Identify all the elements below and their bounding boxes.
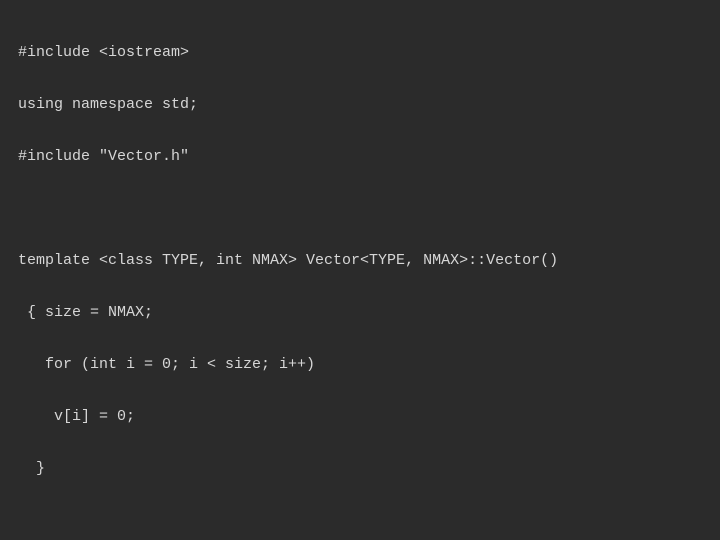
code-line: { size = NMAX;: [18, 300, 702, 326]
code-line: [18, 508, 702, 534]
code-line: [18, 196, 702, 222]
code-block: #include <iostream> using namespace std;…: [0, 0, 720, 540]
code-line: #include <iostream>: [18, 40, 702, 66]
code-line: using namespace std;: [18, 92, 702, 118]
code-line: template <class TYPE, int NMAX> Vector<T…: [18, 248, 702, 274]
code-line: #include "Vector.h": [18, 144, 702, 170]
code-line: }: [18, 456, 702, 482]
code-line: for (int i = 0; i < size; i++): [18, 352, 702, 378]
code-line: v[i] = 0;: [18, 404, 702, 430]
